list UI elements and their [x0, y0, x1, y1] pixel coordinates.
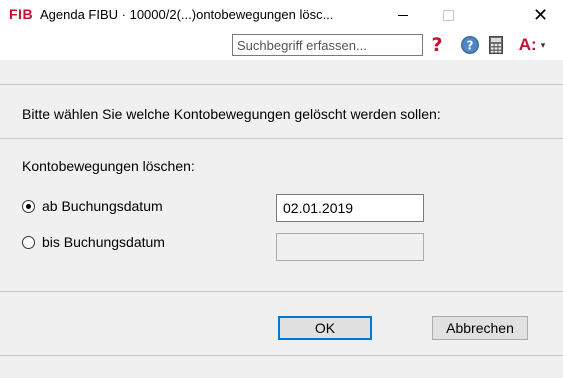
bis-date-field [276, 233, 424, 261]
calculator-icon[interactable] [488, 34, 504, 56]
minimize-icon [397, 14, 408, 16]
window-title: Agenda FIBU · 10000/2(...)ontobewegungen… [40, 7, 334, 22]
toolbar: ? ? A: ▾ [0, 30, 563, 60]
radio-bis-buchungsdatum[interactable]: bis Buchungsdatum [22, 232, 165, 252]
radio-label: ab Buchungsdatum [42, 198, 163, 214]
instruction-text: Bitte wählen Sie welche Kontobewegungen … [22, 106, 441, 122]
close-button[interactable]: ✕ [518, 0, 563, 30]
minimize-button[interactable] [380, 0, 425, 30]
radio-label: bis Buchungsdatum [42, 234, 165, 250]
ok-button[interactable]: OK [278, 316, 372, 340]
radio-button-checked[interactable] [22, 199, 35, 213]
svg-text:?: ? [467, 39, 474, 53]
font-label: A: [518, 35, 537, 54]
maximize-icon [443, 9, 454, 21]
font-size-button[interactable]: A: ▾ [510, 34, 554, 56]
help-icon[interactable]: ? [459, 34, 481, 56]
maximize-button[interactable] [426, 0, 471, 30]
divider [0, 291, 563, 292]
radio-ab-buchungsdatum[interactable]: ab Buchungsdatum [22, 196, 163, 216]
group-label: Kontobewegungen löschen: [22, 158, 195, 174]
chevron-down-icon: ▾ [540, 39, 546, 50]
divider [0, 355, 563, 356]
divider [0, 84, 563, 85]
cancel-button[interactable]: Abbrechen [432, 316, 528, 340]
search-input[interactable] [232, 34, 423, 56]
close-icon: ✕ [532, 4, 549, 25]
divider [0, 138, 563, 139]
title-bar: FIB Agenda FIBU · 10000/2(...)ontobewegu… [0, 0, 563, 31]
question-mark-icon[interactable]: ? [428, 34, 446, 56]
radio-button[interactable] [22, 235, 35, 249]
ab-date-field[interactable] [276, 194, 424, 222]
app-logo: FIB [9, 6, 34, 22]
